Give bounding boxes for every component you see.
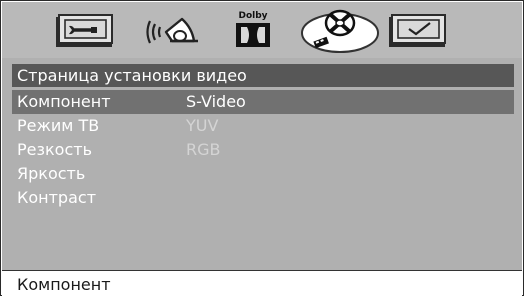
speaker-icon bbox=[146, 17, 198, 44]
setup-menu-window: Dolby Страница установки видео Компонент… bbox=[0, 0, 524, 297]
tab-audio[interactable] bbox=[142, 13, 204, 51]
option-rgb[interactable]: RGB bbox=[186, 138, 221, 162]
dolby-icon: Dolby bbox=[236, 11, 270, 47]
tab-video[interactable] bbox=[298, 5, 382, 55]
tab-preference[interactable] bbox=[388, 14, 448, 48]
video-disc-icon bbox=[301, 9, 379, 53]
setup-tab-bar: Dolby bbox=[2, 2, 522, 59]
menu-item-label: Контраст bbox=[17, 188, 97, 207]
status-text: Компонент bbox=[17, 275, 111, 294]
video-setup-panel: Страница установки видео Компонент Режим… bbox=[2, 58, 522, 270]
status-bar: Компонент bbox=[2, 270, 522, 297]
dolby-logo-text: Dolby bbox=[238, 11, 267, 21]
menu-item-label: Резкость bbox=[17, 140, 92, 159]
checkmark-icon bbox=[389, 14, 446, 47]
tab-general[interactable] bbox=[55, 14, 115, 48]
page-title: Страница установки видео bbox=[17, 66, 247, 85]
menu-item-label: Режим ТВ bbox=[17, 116, 100, 135]
menu-item-label: Компонент bbox=[17, 92, 111, 111]
option-yuv[interactable]: YUV bbox=[186, 114, 218, 138]
tab-dolby[interactable]: Dolby bbox=[233, 8, 273, 50]
menu-item-label: Яркость bbox=[17, 164, 86, 183]
option-s-video[interactable]: S-Video bbox=[186, 90, 246, 114]
wrench-icon bbox=[56, 14, 113, 47]
